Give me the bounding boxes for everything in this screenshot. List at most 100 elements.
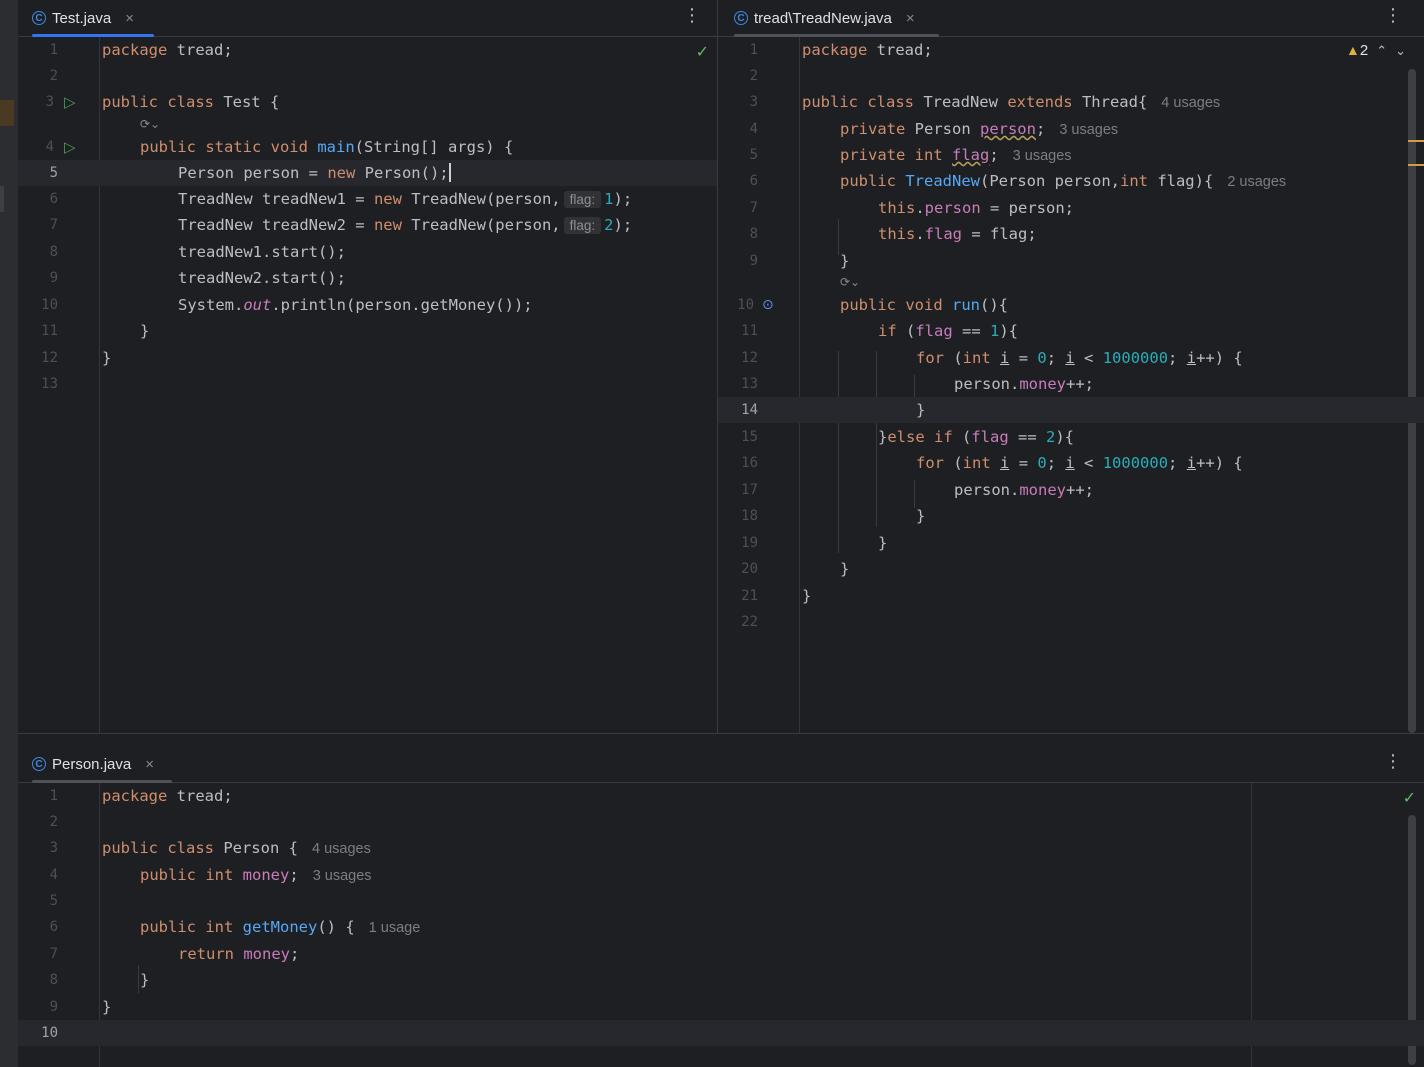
line-number: 5 bbox=[749, 147, 758, 163]
code-token: TreadNew treadNew2 = bbox=[178, 216, 374, 234]
code-token: flag){ bbox=[1147, 172, 1214, 190]
code-token: } bbox=[878, 428, 888, 446]
code-token: this bbox=[878, 199, 916, 217]
pane-divider[interactable] bbox=[18, 733, 1424, 734]
line-number: 2 bbox=[749, 68, 758, 84]
line-number: 8 bbox=[49, 972, 58, 988]
code-token: .println(person.getMoney()); bbox=[271, 296, 533, 314]
code-token: ( bbox=[944, 349, 963, 367]
line-number: 9 bbox=[49, 999, 58, 1015]
code-token: out bbox=[243, 296, 272, 314]
code-token: public void bbox=[840, 296, 943, 314]
text-caret bbox=[448, 163, 451, 182]
more-icon[interactable]: ⋮ bbox=[683, 5, 701, 26]
code-token: . bbox=[915, 199, 925, 217]
code-token: < bbox=[1074, 349, 1103, 367]
code-token: tread; bbox=[167, 787, 233, 805]
code-token: ); bbox=[613, 216, 633, 234]
code-editor[interactable]: ✓ 1 package tread; 2 3 ▷ public class Test … bbox=[18, 37, 717, 733]
tool-marker[interactable] bbox=[0, 186, 4, 212]
code-token: } bbox=[102, 998, 112, 1016]
code-editor[interactable]: ✓ 1 package tread; 2 3 public class Person… bbox=[18, 783, 1424, 1067]
close-icon[interactable]: × bbox=[145, 756, 154, 773]
tab-person-java[interactable]: C Person.java × bbox=[32, 746, 172, 783]
code-token: money bbox=[242, 866, 290, 884]
ai-hint-icon[interactable]: ⟳⌄ bbox=[840, 275, 860, 289]
line-number: 1 bbox=[49, 42, 58, 58]
code-token: . bbox=[915, 225, 925, 243]
code-token: == bbox=[1008, 428, 1046, 446]
line-number: 19 bbox=[741, 535, 758, 551]
bookmark-marker[interactable] bbox=[0, 100, 14, 126]
code-token: TreadNew(person, bbox=[401, 216, 561, 234]
code-token: new bbox=[373, 190, 402, 208]
tab-label: tread\TreadNew.java bbox=[754, 9, 892, 27]
more-icon[interactable]: ⋮ bbox=[1384, 5, 1402, 26]
editor-pane-person: C Person.java × ⋮ ✓ 1 package tread; 2 3p… bbox=[18, 746, 1424, 1067]
code-token: money bbox=[1019, 375, 1066, 393]
close-icon[interactable]: × bbox=[906, 10, 915, 27]
usages-hint[interactable]: 3 usages bbox=[1013, 148, 1072, 164]
code-token: getMoney bbox=[242, 918, 318, 936]
code-token: System. bbox=[178, 296, 244, 314]
line-number: 7 bbox=[49, 217, 58, 233]
code-token: int bbox=[962, 454, 991, 472]
code-token: = bbox=[1009, 454, 1038, 472]
code-token: } bbox=[140, 322, 150, 340]
parameter-hint: flag: bbox=[563, 217, 602, 234]
override-icon[interactable]: ⊙ bbox=[762, 292, 774, 318]
code-token: ; bbox=[290, 945, 300, 963]
usages-hint[interactable]: 4 usages bbox=[312, 841, 371, 857]
usages-hint[interactable]: 3 usages bbox=[313, 868, 372, 884]
tab-bar: C tread\TreadNew.java × ⋮ bbox=[718, 0, 1424, 37]
code-token: TreadNew bbox=[905, 172, 980, 190]
close-icon[interactable]: × bbox=[125, 10, 134, 27]
ai-hint-icon[interactable]: ⟳⌄ bbox=[140, 117, 160, 131]
line-number: 22 bbox=[741, 614, 758, 630]
code-token: i bbox=[1065, 454, 1075, 472]
code-editor[interactable]: ▲2 ⌃ ⌄ 1 package tread; 2 3 public class T… bbox=[718, 37, 1424, 733]
run-icon[interactable]: ▷ bbox=[64, 89, 76, 115]
code-token: ; bbox=[989, 146, 999, 164]
code-token: main bbox=[317, 138, 355, 156]
code-token: ++) { bbox=[1196, 349, 1243, 367]
code-token: tread; bbox=[867, 41, 933, 59]
code-token: if bbox=[878, 322, 897, 340]
code-token: ; bbox=[1168, 349, 1187, 367]
class-icon: C bbox=[32, 757, 46, 771]
tab-label: Person.java bbox=[52, 755, 132, 773]
code-token: ++; bbox=[1066, 375, 1094, 393]
usages-hint[interactable]: 4 usages bbox=[1161, 95, 1220, 111]
code-token: Test { bbox=[213, 93, 280, 111]
code-token: Person { bbox=[213, 839, 298, 857]
tab-bar: C Person.java × ⋮ bbox=[18, 746, 1424, 783]
code-token: public int bbox=[140, 918, 234, 936]
code-token: int bbox=[1119, 172, 1148, 190]
tab-label: Test.java bbox=[52, 9, 112, 27]
editor-pane-treadnew: C tread\TreadNew.java × ⋮ ▲2 ⌃ ⌄ 1 packag… bbox=[718, 0, 1424, 733]
usages-hint[interactable]: 2 usages bbox=[1227, 174, 1286, 190]
tab-treadnew-java[interactable]: C tread\TreadNew.java × bbox=[734, 0, 939, 37]
code-token: (){ bbox=[980, 296, 1008, 314]
code-token: < bbox=[1074, 454, 1103, 472]
more-icon[interactable]: ⋮ bbox=[1384, 751, 1402, 772]
code-token: treadNew1.start(); bbox=[178, 243, 346, 261]
run-icon[interactable]: ▷ bbox=[64, 134, 76, 160]
usages-hint[interactable]: 3 usages bbox=[1059, 122, 1118, 138]
code-token: public class bbox=[802, 93, 914, 111]
code-token: public class bbox=[102, 839, 214, 857]
code-token: TreadNew bbox=[913, 93, 1008, 111]
line-number: 8 bbox=[49, 244, 58, 260]
code-token: ; bbox=[1046, 454, 1066, 472]
code-token: i bbox=[1000, 349, 1010, 367]
tool-window-strip bbox=[0, 0, 18, 1067]
tab-test-java[interactable]: C Test.java × bbox=[32, 0, 154, 37]
code-token: ; bbox=[1046, 349, 1066, 367]
code-token: i bbox=[1186, 349, 1197, 367]
usages-hint[interactable]: 1 usage bbox=[369, 920, 421, 936]
code-token: private bbox=[840, 120, 906, 138]
code-token: int bbox=[962, 349, 991, 367]
